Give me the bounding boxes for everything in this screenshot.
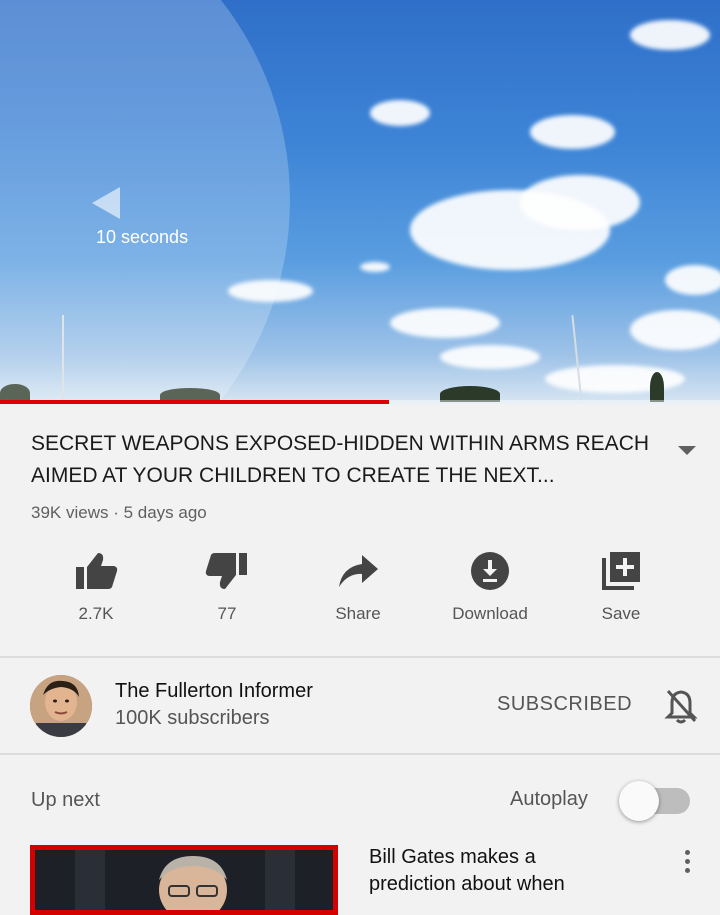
save-button[interactable]: Save — [561, 548, 681, 624]
video-title[interactable]: SECRET WEAPONS EXPOSED-HIDDEN WITHIN ARM… — [31, 428, 671, 492]
next-video-title[interactable]: Bill Gates makes a prediction about when — [369, 844, 619, 898]
notifications-off-icon[interactable] — [664, 688, 698, 729]
download-icon — [430, 548, 550, 594]
dislike-count: 77 — [217, 604, 237, 623]
download-button[interactable]: Download — [430, 548, 550, 624]
autoplay-label: Autoplay — [510, 788, 588, 810]
thumbs-up-icon — [36, 548, 156, 594]
download-label: Download — [452, 604, 528, 623]
dislike-button[interactable]: 77 — [167, 548, 287, 624]
more-options-icon[interactable] — [685, 850, 691, 877]
subscriber-count: 100K subscribers — [115, 707, 270, 729]
share-label: Share — [335, 604, 381, 623]
video-meta: 39K views · 5 days ago — [31, 503, 207, 522]
share-icon — [298, 548, 418, 594]
progress-bar[interactable] — [0, 400, 389, 404]
like-count: 2.7K — [78, 604, 114, 623]
next-video-thumbnail[interactable] — [30, 845, 338, 915]
autoplay-toggle-knob[interactable] — [619, 781, 659, 821]
channel-name[interactable]: The Fullerton Informer — [115, 680, 313, 703]
seek-back-overlay[interactable] — [0, 0, 290, 404]
playlist-add-icon — [561, 548, 681, 594]
expand-description-icon[interactable] — [678, 446, 696, 455]
divider — [0, 656, 720, 658]
divider — [0, 753, 720, 755]
rewind-icon — [92, 187, 120, 219]
share-button[interactable]: Share — [298, 548, 418, 624]
thumbs-down-icon — [167, 548, 287, 594]
video-player[interactable]: 10 seconds — [0, 0, 720, 404]
like-button[interactable]: 2.7K — [36, 548, 156, 624]
save-label: Save — [601, 604, 641, 623]
up-next-label: Up next — [31, 789, 100, 811]
seek-text: 10 seconds — [96, 227, 189, 247]
subscribed-button[interactable]: SUBSCRIBED — [497, 693, 632, 716]
channel-avatar[interactable] — [30, 675, 92, 737]
